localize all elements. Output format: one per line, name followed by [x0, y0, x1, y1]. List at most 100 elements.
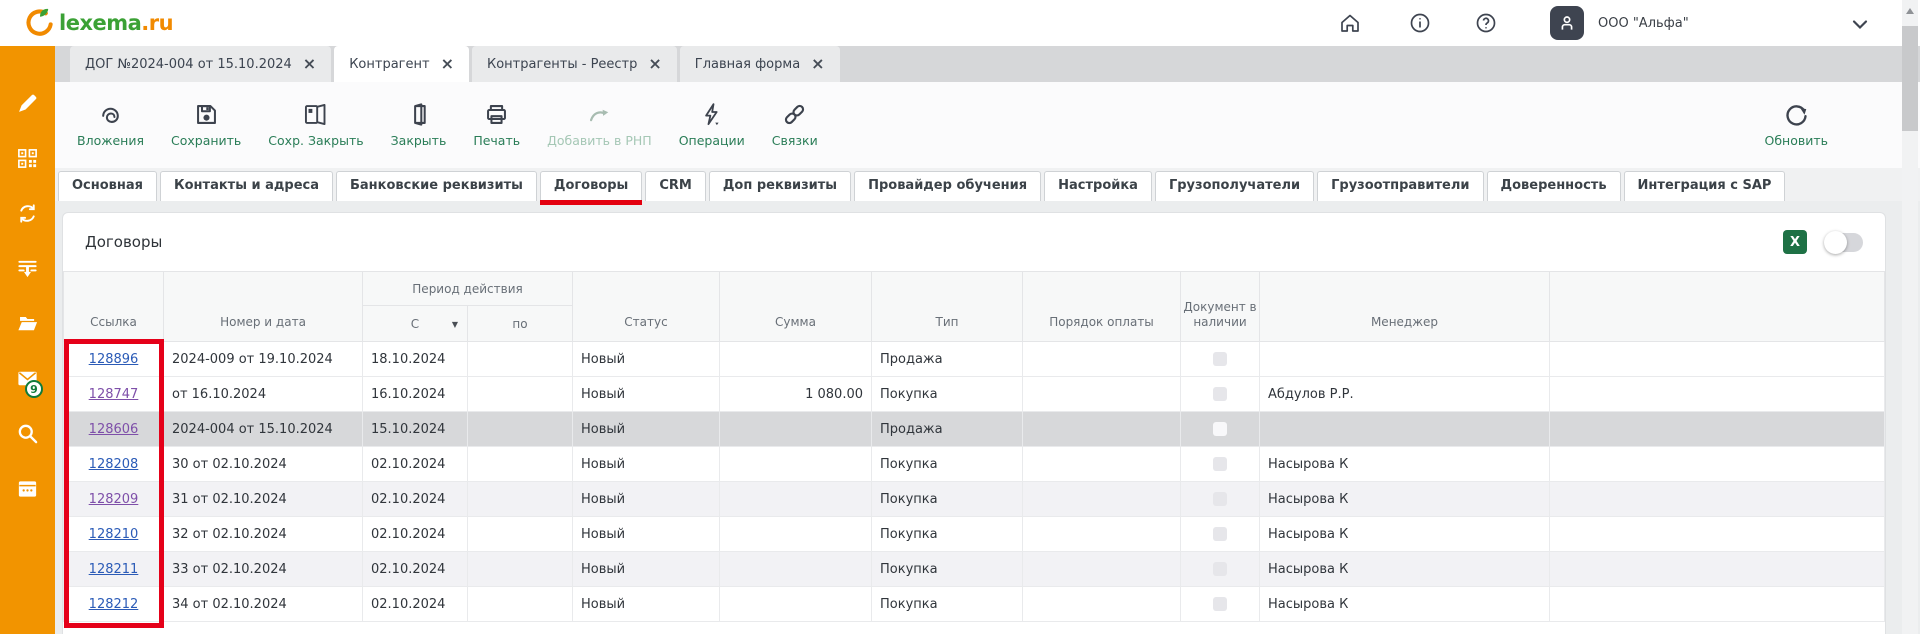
- table-cell: [1260, 412, 1550, 447]
- user-avatar[interactable]: [1550, 6, 1584, 40]
- table-cell: [468, 587, 573, 622]
- close-tab-icon[interactable]: ×: [441, 56, 454, 72]
- close-tab-icon[interactable]: ×: [648, 56, 661, 72]
- contract-link[interactable]: 128747: [89, 387, 139, 402]
- doc-checkbox[interactable]: [1213, 562, 1227, 576]
- subtab-crm[interactable]: CRM: [645, 171, 706, 201]
- excel-export-button[interactable]: X: [1783, 230, 1807, 254]
- col-header-type[interactable]: Тип: [872, 272, 1023, 342]
- scroll-up-icon[interactable]: [1906, 8, 1914, 14]
- info-icon[interactable]: [1408, 11, 1432, 35]
- print-button[interactable]: Печать: [473, 101, 520, 148]
- chevron-down-icon[interactable]: [1848, 12, 1872, 36]
- table-cell: Покупка: [872, 447, 1023, 482]
- col-header-number[interactable]: Номер и дата: [164, 272, 363, 342]
- tab-kontragent[interactable]: Контрагент×: [334, 46, 469, 82]
- contract-link[interactable]: 128208: [89, 457, 139, 472]
- doc-checkbox[interactable]: [1213, 597, 1227, 611]
- save-button[interactable]: Сохранить: [171, 101, 241, 148]
- col-header-link[interactable]: Ссылка: [64, 272, 164, 342]
- tab-dog-2024-004[interactable]: ДОГ №2024-004 от 15.10.2024×: [70, 46, 331, 82]
- table-cell: 02.10.2024: [363, 447, 468, 482]
- contract-link[interactable]: 128606: [89, 422, 139, 437]
- table-row[interactable]: 12820931 от 02.10.202402.10.2024НовыйПок…: [64, 482, 1885, 517]
- table-cell: [468, 552, 573, 587]
- subtab-kontakty[interactable]: Контакты и адреса: [160, 171, 333, 201]
- table-row[interactable]: 1288962024-009 от 19.10.202418.10.2024Но…: [64, 342, 1885, 377]
- sync-icon[interactable]: [16, 202, 39, 225]
- col-header-doc[interactable]: Документ в наличии: [1181, 272, 1260, 342]
- save-close-button[interactable]: Сохр. Закрыть: [268, 101, 363, 148]
- subtab-integratsiya-sap[interactable]: Интеграция с SAP: [1624, 171, 1786, 201]
- person-icon: [1557, 13, 1577, 33]
- subtab-doverennost[interactable]: Доверенность: [1487, 171, 1621, 201]
- table-row[interactable]: 1286062024-004 от 15.10.202415.10.2024Но…: [64, 412, 1885, 447]
- operations-button[interactable]: Операции: [679, 101, 745, 148]
- subtab-label: Настройка: [1058, 178, 1138, 193]
- subtab-label: CRM: [659, 178, 692, 193]
- sort-desc-icon[interactable]: ▼: [452, 320, 458, 329]
- col-header-manager[interactable]: Менеджер: [1260, 272, 1550, 342]
- close-tab-icon[interactable]: ×: [811, 56, 824, 72]
- col-header-sum[interactable]: Сумма: [720, 272, 872, 342]
- col-header-from[interactable]: С▼: [363, 306, 468, 342]
- vertical-scrollbar[interactable]: [1902, 0, 1918, 634]
- col-header-to[interactable]: по: [468, 306, 573, 342]
- home-icon[interactable]: [1338, 11, 1362, 35]
- subtab-provayder[interactable]: Провайдер обучения: [854, 171, 1041, 201]
- close-button[interactable]: Закрыть: [391, 101, 447, 148]
- table-cell: [720, 552, 872, 587]
- calendar-icon[interactable]: [16, 477, 39, 500]
- attachments-button[interactable]: Вложения: [77, 101, 144, 148]
- subtab-dop-rekvizity[interactable]: Доп реквизиты: [709, 171, 851, 201]
- tab-kontragenty-reestr[interactable]: Контрагенты - Реестр×: [472, 46, 677, 82]
- contract-link[interactable]: 128209: [89, 492, 139, 507]
- doc-checkbox[interactable]: [1213, 352, 1227, 366]
- mail-icon[interactable]: 9: [16, 367, 39, 390]
- subtab-bankovskie[interactable]: Банковские реквизиты: [336, 171, 537, 201]
- table-row[interactable]: 12821234 от 02.10.202402.10.2024НовыйПок…: [64, 587, 1885, 622]
- subtab-osnovnaya[interactable]: Основная: [58, 171, 157, 201]
- table-cell: [720, 482, 872, 517]
- contract-link[interactable]: 128211: [89, 562, 139, 577]
- tasks-download-icon[interactable]: [16, 257, 39, 280]
- table-row[interactable]: 12820830 от 02.10.202402.10.2024НовыйПок…: [64, 447, 1885, 482]
- table-row[interactable]: 12821133 от 02.10.202402.10.2024НовыйПок…: [64, 552, 1885, 587]
- table-cell: [1550, 377, 1885, 412]
- left-sidebar: 9: [0, 46, 55, 634]
- subtab-dogovory[interactable]: Договоры: [540, 171, 642, 201]
- button-label: Сохр. Закрыть: [268, 133, 363, 148]
- doc-checkbox[interactable]: [1213, 387, 1227, 401]
- col-header-status[interactable]: Статус: [573, 272, 720, 342]
- search-icon[interactable]: [16, 422, 39, 445]
- table-row[interactable]: 128747от 16.10.202416.10.2024Новый1 080.…: [64, 377, 1885, 412]
- doc-checkbox[interactable]: [1213, 457, 1227, 471]
- contract-link[interactable]: 128210: [89, 527, 139, 542]
- table-cell: [1181, 482, 1260, 517]
- subtab-nastroyka[interactable]: Настройка: [1044, 171, 1152, 201]
- doc-checkbox[interactable]: [1213, 492, 1227, 506]
- contract-link[interactable]: 128212: [89, 597, 139, 612]
- scrollbar-thumb[interactable]: [1902, 26, 1918, 131]
- subtab-gruzopoluchateli[interactable]: Грузополучатели: [1155, 171, 1314, 201]
- doc-checkbox[interactable]: [1213, 422, 1227, 436]
- toggle-switch[interactable]: [1825, 233, 1863, 252]
- links-button[interactable]: Связки: [772, 101, 818, 148]
- table-row[interactable]: 12821032 от 02.10.202402.10.2024НовыйПок…: [64, 517, 1885, 552]
- doc-checkbox[interactable]: [1213, 527, 1227, 541]
- col-header-filler: [1550, 272, 1885, 342]
- lexema-logo[interactable]: lexema.ru: [24, 7, 173, 38]
- col-header-from-label: С: [411, 317, 419, 331]
- tab-glavnaya-forma[interactable]: Главная форма×: [680, 46, 840, 82]
- refresh-button[interactable]: Обновить: [1764, 101, 1828, 148]
- close-tab-icon[interactable]: ×: [303, 56, 316, 72]
- qr-code-icon[interactable]: [16, 147, 39, 170]
- pencil-icon[interactable]: [16, 92, 39, 115]
- help-icon[interactable]: [1474, 11, 1498, 35]
- contract-link[interactable]: 128896: [89, 352, 139, 367]
- folder-icon[interactable]: [16, 312, 39, 335]
- close-door-icon: [405, 101, 432, 128]
- organization-name[interactable]: ООО "Альфа": [1598, 16, 1689, 31]
- subtab-gruzootpraviteli[interactable]: Грузоотправители: [1317, 171, 1483, 201]
- col-header-payment[interactable]: Порядок оплаты: [1023, 272, 1181, 342]
